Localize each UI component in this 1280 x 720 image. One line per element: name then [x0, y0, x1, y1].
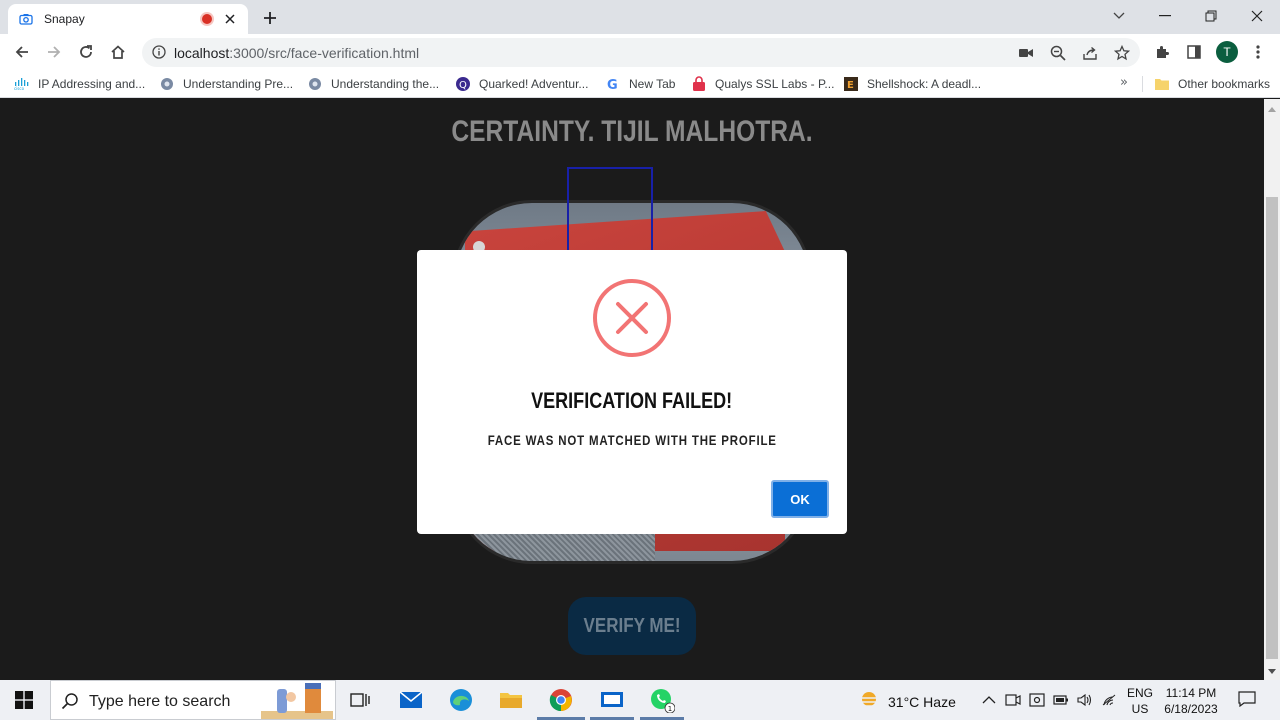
back-button[interactable]: [10, 40, 34, 64]
url-text[interactable]: localhost:3000/src/face-verification.htm…: [174, 45, 419, 61]
bookmark-item[interactable]: E Shellshock: A deadl...: [843, 75, 981, 93]
site-info-icon[interactable]: [151, 44, 167, 60]
screen-capture-icon[interactable]: [1028, 692, 1046, 708]
verification-failed-dialog: VERIFICATION FAILED! FACE WAS NOT MATCHE…: [417, 250, 847, 534]
share-icon[interactable]: [1080, 43, 1100, 63]
mail-app-icon[interactable]: [397, 686, 425, 714]
dialog-message: FACE WAS NOT MATCHED WITH THE PROFILE: [487, 432, 777, 448]
page-scrollbar[interactable]: [1264, 99, 1280, 680]
extensions-icon[interactable]: [1150, 40, 1174, 64]
bookmark-item[interactable]: cisco IP Addressing and...: [14, 75, 145, 93]
zoom-icon[interactable]: [1048, 43, 1068, 63]
close-tab-icon[interactable]: [222, 11, 238, 27]
gear-badge-icon: [159, 76, 175, 92]
reload-button[interactable]: [74, 40, 98, 64]
camera-in-use-icon[interactable]: [1016, 43, 1036, 63]
bookmark-star-icon[interactable]: [1112, 43, 1132, 63]
address-bar[interactable]: localhost:3000/src/face-verification.htm…: [142, 38, 1140, 67]
cisco-icon: cisco: [14, 76, 30, 92]
side-panel-icon[interactable]: [1182, 40, 1206, 64]
folder-icon: [1154, 76, 1170, 92]
menu-kebab-icon[interactable]: [1246, 40, 1270, 64]
ok-button[interactable]: OK: [771, 480, 829, 518]
close-window-button[interactable]: [1234, 0, 1280, 32]
wifi-icon[interactable]: [1100, 692, 1118, 708]
scroll-thumb[interactable]: [1266, 197, 1278, 659]
profile-avatar[interactable]: T: [1216, 41, 1238, 63]
tab-search-icon[interactable]: [1096, 0, 1142, 32]
minimize-button[interactable]: [1142, 0, 1188, 32]
task-view-icon[interactable]: [346, 686, 374, 714]
face-detection-box: [567, 167, 653, 257]
search-placeholder: Type here to search: [89, 693, 231, 710]
show-hidden-icons-chevron-icon[interactable]: [980, 692, 998, 708]
shellshock-icon: E: [843, 76, 859, 92]
bookmarks-bar: cisco IP Addressing and... Understanding…: [0, 70, 1280, 98]
whatsapp-icon[interactable]: 1: [648, 686, 676, 714]
battery-icon[interactable]: [1052, 692, 1070, 708]
bookmark-item[interactable]: Q Quarked! Adventur...: [455, 75, 588, 93]
restore-button[interactable]: [1188, 0, 1234, 32]
remote-desktop-icon[interactable]: [598, 686, 626, 714]
tab-title: Snapay: [44, 12, 85, 26]
scroll-up-arrow-icon[interactable]: [1268, 107, 1276, 112]
error-x-icon: [593, 279, 671, 357]
qualys-icon: [691, 76, 707, 92]
browser-toolbar: localhost:3000/src/face-verification.htm…: [0, 34, 1280, 70]
tab-snapay[interactable]: Snapay: [8, 4, 248, 34]
meet-now-icon[interactable]: [1004, 692, 1022, 708]
home-button[interactable]: [106, 40, 130, 64]
scroll-down-arrow-icon[interactable]: [1268, 669, 1276, 674]
edge-browser-icon[interactable]: [447, 686, 475, 714]
page-headline: CERTAINTY. TIJIL MALHOTRA.: [451, 115, 813, 148]
gear-badge-icon: [307, 76, 323, 92]
taskbar-search-box[interactable]: Type here to search: [50, 680, 336, 720]
bookmark-item[interactable]: Understanding Pre...: [159, 75, 293, 93]
system-clock[interactable]: 11:14 PM 6/18/2023: [1158, 685, 1224, 717]
more-bookmarks-button[interactable]: »: [1120, 75, 1128, 90]
tab-strip: Snapay: [0, 0, 1280, 34]
bookmark-item[interactable]: Qualys SSL Labs - P...: [691, 75, 834, 93]
volume-icon[interactable]: [1076, 692, 1094, 708]
new-tab-button[interactable]: [258, 7, 282, 29]
camera-icon: [18, 11, 34, 27]
google-icon: G: [605, 76, 621, 92]
bookmarks-divider: [1142, 76, 1143, 92]
forward-button[interactable]: [42, 40, 66, 64]
search-highlight-illustration-icon: [261, 683, 333, 720]
windows-start-icon[interactable]: [10, 686, 38, 714]
dialog-title: VERIFICATION FAILED!: [531, 388, 733, 413]
language-indicator[interactable]: ENG US: [1126, 685, 1154, 717]
haze-weather-icon: [858, 690, 880, 713]
recording-indicator-icon: [202, 14, 212, 24]
file-explorer-icon[interactable]: [497, 686, 525, 714]
chrome-icon[interactable]: [547, 686, 575, 714]
svg-text:E: E: [847, 80, 854, 91]
svg-text:Q: Q: [459, 80, 467, 91]
verify-me-button[interactable]: VERIFY ME!: [568, 597, 696, 655]
weather-widget[interactable]: 31°C Haze: [858, 690, 956, 713]
bookmark-item[interactable]: G New Tab: [605, 75, 675, 93]
notifications-icon[interactable]: [1238, 691, 1256, 707]
other-bookmarks-folder[interactable]: Other bookmarks: [1154, 75, 1270, 93]
svg-text:G: G: [607, 78, 618, 92]
search-icon: [61, 692, 79, 714]
windows-taskbar: Type here to search 1 31°C Haze ENG US 1…: [0, 680, 1280, 720]
bookmark-item[interactable]: Understanding the...: [307, 75, 439, 93]
whatsapp-badge: 1: [668, 705, 672, 713]
quarked-icon: Q: [455, 76, 471, 92]
svg-text:cisco: cisco: [14, 86, 25, 90]
